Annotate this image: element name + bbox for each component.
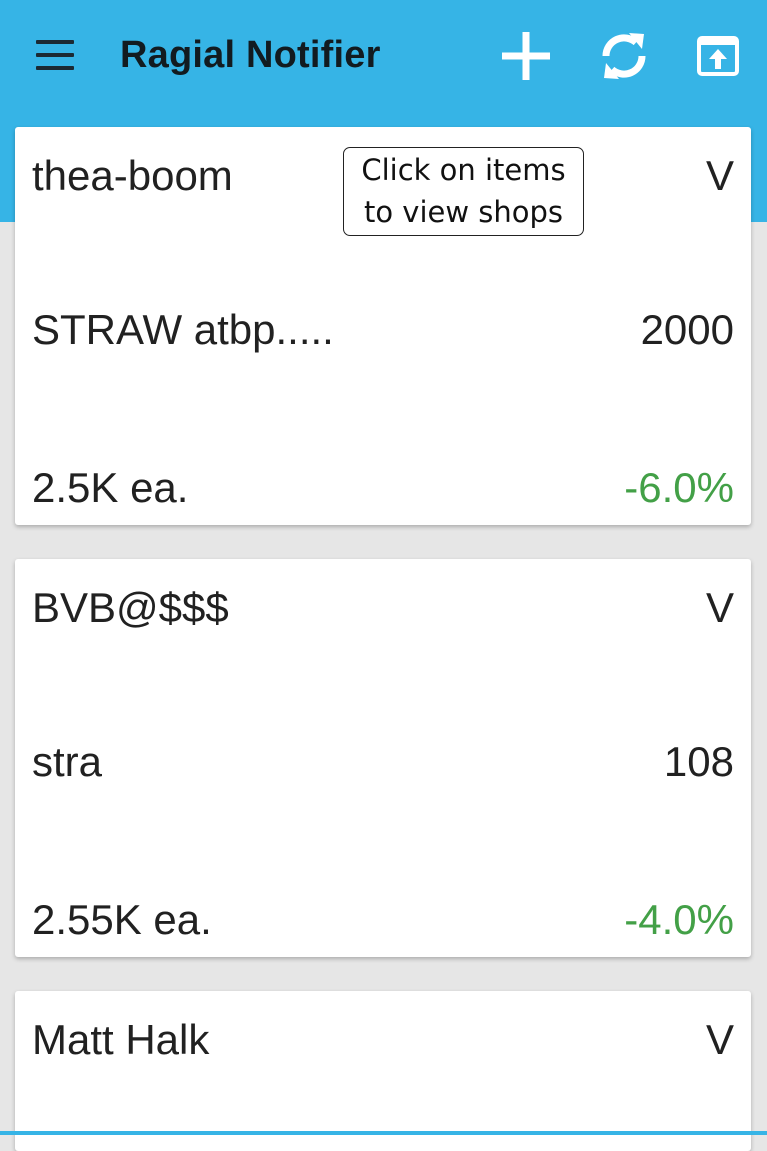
item-quantity: 2000 — [640, 306, 734, 353]
app-title: Ragial Notifier — [120, 34, 381, 76]
item-card[interactable]: Matt Halk V — [15, 991, 751, 1151]
expand-toggle[interactable]: V — [706, 155, 734, 197]
hamburger-menu-icon[interactable] — [36, 40, 74, 70]
open-in-browser-icon[interactable] — [697, 36, 739, 76]
bottom-edge-bar — [0, 1131, 767, 1135]
refresh-icon[interactable] — [598, 30, 650, 82]
price-change: -4.0% — [624, 896, 734, 943]
expand-toggle[interactable]: V — [706, 1019, 734, 1061]
item-price: 2.55K ea. — [32, 896, 212, 943]
price-change: -6.0% — [624, 464, 734, 511]
expand-toggle[interactable]: V — [706, 587, 734, 629]
hint-line-1: Click on items — [361, 153, 566, 187]
hint-line-2: to view shops — [363, 195, 564, 229]
item-card[interactable]: BVB@$$$ V stra 108 2.55K ea. -4.0% — [15, 559, 751, 957]
item-price: 2.5K ea. — [32, 464, 189, 511]
seller-name: thea-boom — [32, 152, 233, 199]
item-quantity: 108 — [663, 738, 734, 785]
item-name: STRAW atbp..... — [32, 306, 334, 353]
hint-tooltip: Click on items to view shops — [343, 147, 584, 236]
seller-name: BVB@$$$ — [32, 584, 229, 631]
seller-name: Matt Halk — [32, 1016, 210, 1063]
item-name: stra — [32, 738, 103, 785]
plus-icon[interactable] — [502, 32, 550, 80]
